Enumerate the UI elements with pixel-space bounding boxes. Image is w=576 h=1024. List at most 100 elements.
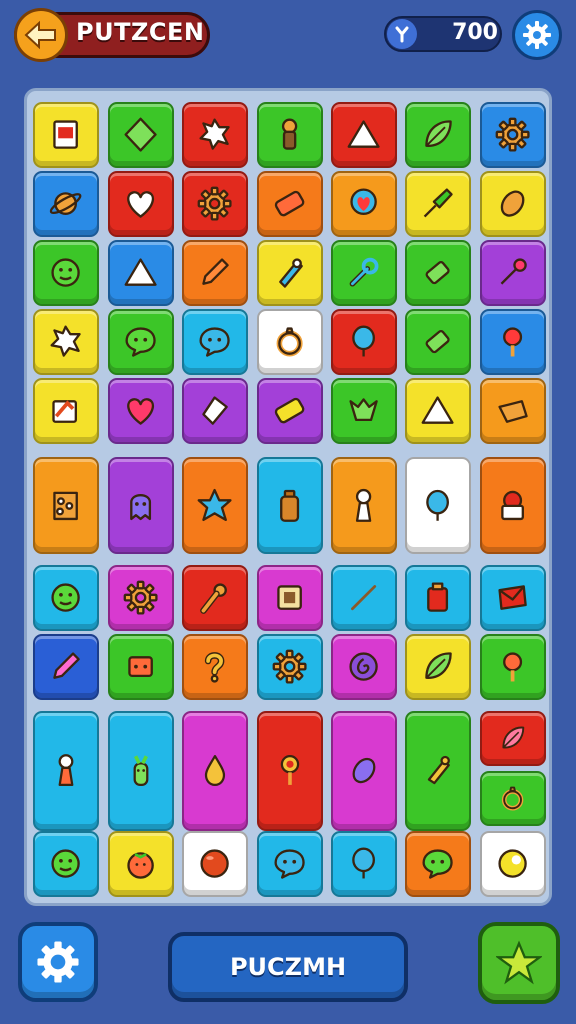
tile-bag[interactable] bbox=[480, 378, 546, 444]
tile-bubble[interactable] bbox=[182, 309, 248, 375]
tile-shield[interactable] bbox=[331, 378, 397, 444]
tile-question[interactable] bbox=[182, 634, 248, 700]
tile-balloon[interactable] bbox=[405, 457, 471, 554]
tile-envelope[interactable] bbox=[480, 565, 546, 631]
tile-tomato[interactable] bbox=[108, 831, 174, 897]
tile-box[interactable] bbox=[33, 378, 99, 444]
tile-moon[interactable] bbox=[480, 831, 546, 897]
tile-die[interactable] bbox=[108, 634, 174, 700]
figure-icon bbox=[58, 754, 74, 787]
tile-lollipop[interactable] bbox=[257, 711, 323, 831]
tile-heart[interactable] bbox=[108, 378, 174, 444]
tool-icon bbox=[387, 19, 417, 49]
tile-gem[interactable] bbox=[182, 378, 248, 444]
pencil-icon bbox=[53, 652, 81, 680]
cup-icon bbox=[501, 490, 525, 520]
tile-gear[interactable] bbox=[108, 565, 174, 631]
tile-bar[interactable] bbox=[405, 309, 471, 375]
star-blob-icon bbox=[199, 118, 231, 151]
ring-icon bbox=[276, 327, 304, 357]
tile-ring[interactable] bbox=[480, 771, 546, 826]
question-icon bbox=[205, 652, 225, 684]
tile-tool[interactable] bbox=[257, 240, 323, 306]
balloon-icon bbox=[426, 489, 450, 521]
ring-icon bbox=[502, 786, 524, 811]
pin-icon bbox=[503, 327, 523, 357]
chip-icon bbox=[277, 585, 303, 611]
tile-bubble[interactable] bbox=[108, 309, 174, 375]
tile-diamond[interactable] bbox=[108, 102, 174, 168]
tile-seed[interactable] bbox=[480, 171, 546, 237]
tile-fish[interactable] bbox=[405, 711, 471, 831]
bonus-button[interactable] bbox=[478, 922, 560, 1004]
tile-swirl[interactable] bbox=[331, 634, 397, 700]
face-icon bbox=[51, 849, 81, 879]
tile-figure[interactable] bbox=[331, 457, 397, 554]
settings-button[interactable] bbox=[512, 10, 562, 60]
tile-mic[interactable] bbox=[182, 565, 248, 631]
tile-balloon[interactable] bbox=[331, 309, 397, 375]
tile-triangle[interactable] bbox=[405, 378, 471, 444]
tile-leaf[interactable] bbox=[405, 634, 471, 700]
tile-face[interactable] bbox=[33, 831, 99, 897]
tile-ball[interactable] bbox=[182, 831, 248, 897]
tile-bar[interactable] bbox=[405, 240, 471, 306]
tile-triangle[interactable] bbox=[108, 240, 174, 306]
tile-leaf[interactable] bbox=[480, 711, 546, 766]
tile-planet[interactable] bbox=[33, 171, 99, 237]
tile-seed[interactable] bbox=[331, 711, 397, 831]
tile-heart-pin[interactable] bbox=[331, 171, 397, 237]
tile-triangle[interactable] bbox=[331, 102, 397, 168]
tile-bottle[interactable] bbox=[257, 457, 323, 554]
tile-card[interactable] bbox=[33, 102, 99, 168]
wrench-icon bbox=[350, 258, 379, 287]
tile-pencil[interactable] bbox=[182, 240, 248, 306]
back-button[interactable] bbox=[14, 8, 68, 62]
planet-icon bbox=[50, 192, 82, 216]
tile-star[interactable] bbox=[182, 457, 248, 554]
tile-tag[interactable] bbox=[257, 378, 323, 444]
tile-pin[interactable] bbox=[480, 634, 546, 700]
tile-leaf[interactable] bbox=[405, 102, 471, 168]
star-icon bbox=[198, 488, 232, 521]
tile-gear[interactable] bbox=[480, 102, 546, 168]
tile-gear[interactable] bbox=[182, 171, 248, 237]
tile-star-blob[interactable] bbox=[33, 309, 99, 375]
tile-figure[interactable] bbox=[33, 711, 99, 831]
tile-tag[interactable] bbox=[257, 171, 323, 237]
tile-cactus[interactable] bbox=[108, 711, 174, 831]
main-action-button[interactable]: PUCZMH bbox=[168, 932, 408, 1002]
settings-action-button[interactable] bbox=[18, 922, 98, 1002]
tile-cup[interactable] bbox=[480, 457, 546, 554]
tile-pencil[interactable] bbox=[33, 634, 99, 700]
tile-balloon[interactable] bbox=[331, 831, 397, 897]
balloon-icon bbox=[352, 325, 376, 357]
tile-heart[interactable] bbox=[108, 171, 174, 237]
tile-face[interactable] bbox=[33, 565, 99, 631]
leaf-icon bbox=[502, 726, 525, 749]
tag-icon bbox=[275, 398, 305, 424]
cactus-icon bbox=[133, 755, 149, 787]
tile-ring[interactable] bbox=[257, 309, 323, 375]
tile-bubble[interactable] bbox=[257, 831, 323, 897]
tile-brush[interactable] bbox=[405, 171, 471, 237]
tile-pepper-mill[interactable] bbox=[257, 102, 323, 168]
tag-icon bbox=[275, 191, 305, 217]
gear-icon bbox=[523, 21, 551, 49]
tile-face[interactable] bbox=[33, 240, 99, 306]
tile-gear[interactable] bbox=[257, 634, 323, 700]
tile-star-blob[interactable] bbox=[182, 102, 248, 168]
tile-line[interactable] bbox=[331, 565, 397, 631]
tile-pin[interactable] bbox=[480, 309, 546, 375]
tile-bubble[interactable] bbox=[405, 831, 471, 897]
tile-wand[interactable] bbox=[480, 240, 546, 306]
main-action-label: PUCZMH bbox=[229, 953, 347, 981]
tile-chip[interactable] bbox=[257, 565, 323, 631]
envelope-icon bbox=[498, 585, 528, 611]
tile-palette[interactable] bbox=[33, 457, 99, 554]
palette-icon bbox=[53, 491, 79, 520]
tile-ghost[interactable] bbox=[108, 457, 174, 554]
tile-drop[interactable] bbox=[182, 711, 248, 831]
tile-jar[interactable] bbox=[405, 565, 471, 631]
tile-wrench[interactable] bbox=[331, 240, 397, 306]
